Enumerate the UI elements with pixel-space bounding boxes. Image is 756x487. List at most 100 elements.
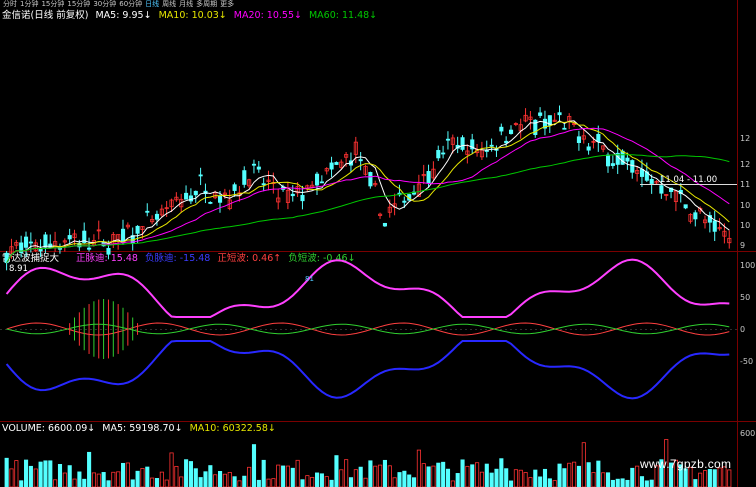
indicator-tick: 50 [740,293,750,302]
candle-body [193,190,198,196]
volume-bar [382,459,387,487]
volume-bar [712,469,717,487]
candle-body [538,112,543,116]
volume-bar [72,478,77,487]
volume-bar [610,479,615,487]
candle-body [712,220,717,232]
candle-body [586,146,591,151]
volume-bar [363,477,368,487]
volume-bar [305,475,310,487]
volume-bar [436,462,441,487]
volume-bar [460,459,465,487]
volume-bar [111,471,116,487]
moving-averages [6,120,730,263]
candle-body [504,140,509,144]
volume-bar [591,472,596,487]
ma10-line [6,121,730,263]
volume-bar [373,465,378,487]
candle-body [508,129,514,134]
volume-bar [465,465,470,487]
volume-tick: 600 [740,429,755,438]
volume-bar [91,472,97,487]
volume-bar [606,472,611,487]
candle-body [460,137,465,150]
volume-bar [353,469,358,487]
volume-bar [644,480,649,487]
volume-bar [261,459,266,487]
price-tick: 10 [740,201,750,210]
volume-bar [276,464,281,487]
volume-bar [562,468,567,487]
volume-bar [266,478,271,487]
volume-bar [314,472,320,487]
volume-bar [402,470,407,487]
volume-bar [649,479,654,487]
volume-bar [130,479,135,487]
volume-bar [101,472,106,487]
candle-body [358,159,363,162]
volume-bar [528,477,533,487]
candle-body [649,178,654,184]
volume-bar [596,460,601,487]
volume-bar [67,465,72,487]
candle-body [154,213,160,220]
volume-bar [513,469,518,487]
candle-body [23,236,29,248]
volume-bar [188,461,194,487]
volume-bar [518,469,523,487]
candle-body [106,248,111,255]
volume-bar [135,470,140,487]
volume-bar [33,468,38,487]
candle-body [368,172,373,187]
volume-bar [445,468,451,487]
volume-bar [57,464,63,487]
candle-body [251,163,257,166]
volume-bar [319,473,324,487]
volume-bar [271,478,276,487]
volume-bar [504,468,509,487]
volume-bar [431,465,436,487]
volume-bar [290,467,295,487]
candle-body [489,144,494,147]
volume-bar [19,480,24,487]
volume-bar [348,477,354,487]
volume-bar [222,473,227,487]
volume-bar [576,465,581,487]
candle-body [38,248,43,252]
candle-body [596,133,601,142]
candle-body [436,150,441,159]
volume-bar [256,479,261,487]
volume-bar [159,471,164,487]
volume-bar [538,476,543,487]
candle-body [625,157,630,162]
candle-body [499,126,504,132]
volume-bar [23,459,29,487]
watermark: www.7gpzb.com [640,457,732,471]
volume-bar [198,477,203,487]
volume-bar [421,463,426,487]
volume-bar [581,442,586,487]
volume-bar [426,466,431,487]
volume-bar [411,477,417,487]
candle-body [43,234,48,248]
volume-bar [310,476,315,487]
price-range-label: 11.04 - 11.00 [660,175,717,185]
price-tick: 12 [740,160,750,169]
candle-body [576,136,581,143]
volume-bar [475,462,480,487]
negative-pressure-line [5,340,730,400]
candle-body [402,200,407,203]
volume-bar [251,444,257,487]
price-tick: 10 [740,221,750,230]
volume-bar [96,473,101,487]
kline-chart[interactable]: 12 12 11 10 10 9 100 50 0 -50 600 11.04 … [0,0,756,487]
candle-body [445,138,451,141]
volume-bar [441,461,446,487]
candle-body [606,154,611,167]
candle-body [256,166,261,170]
volume-bar [150,477,155,487]
volume-bar [329,479,334,487]
volume-bar [693,479,698,487]
event-marker: 81 [305,275,314,283]
volume-bar [208,465,213,487]
